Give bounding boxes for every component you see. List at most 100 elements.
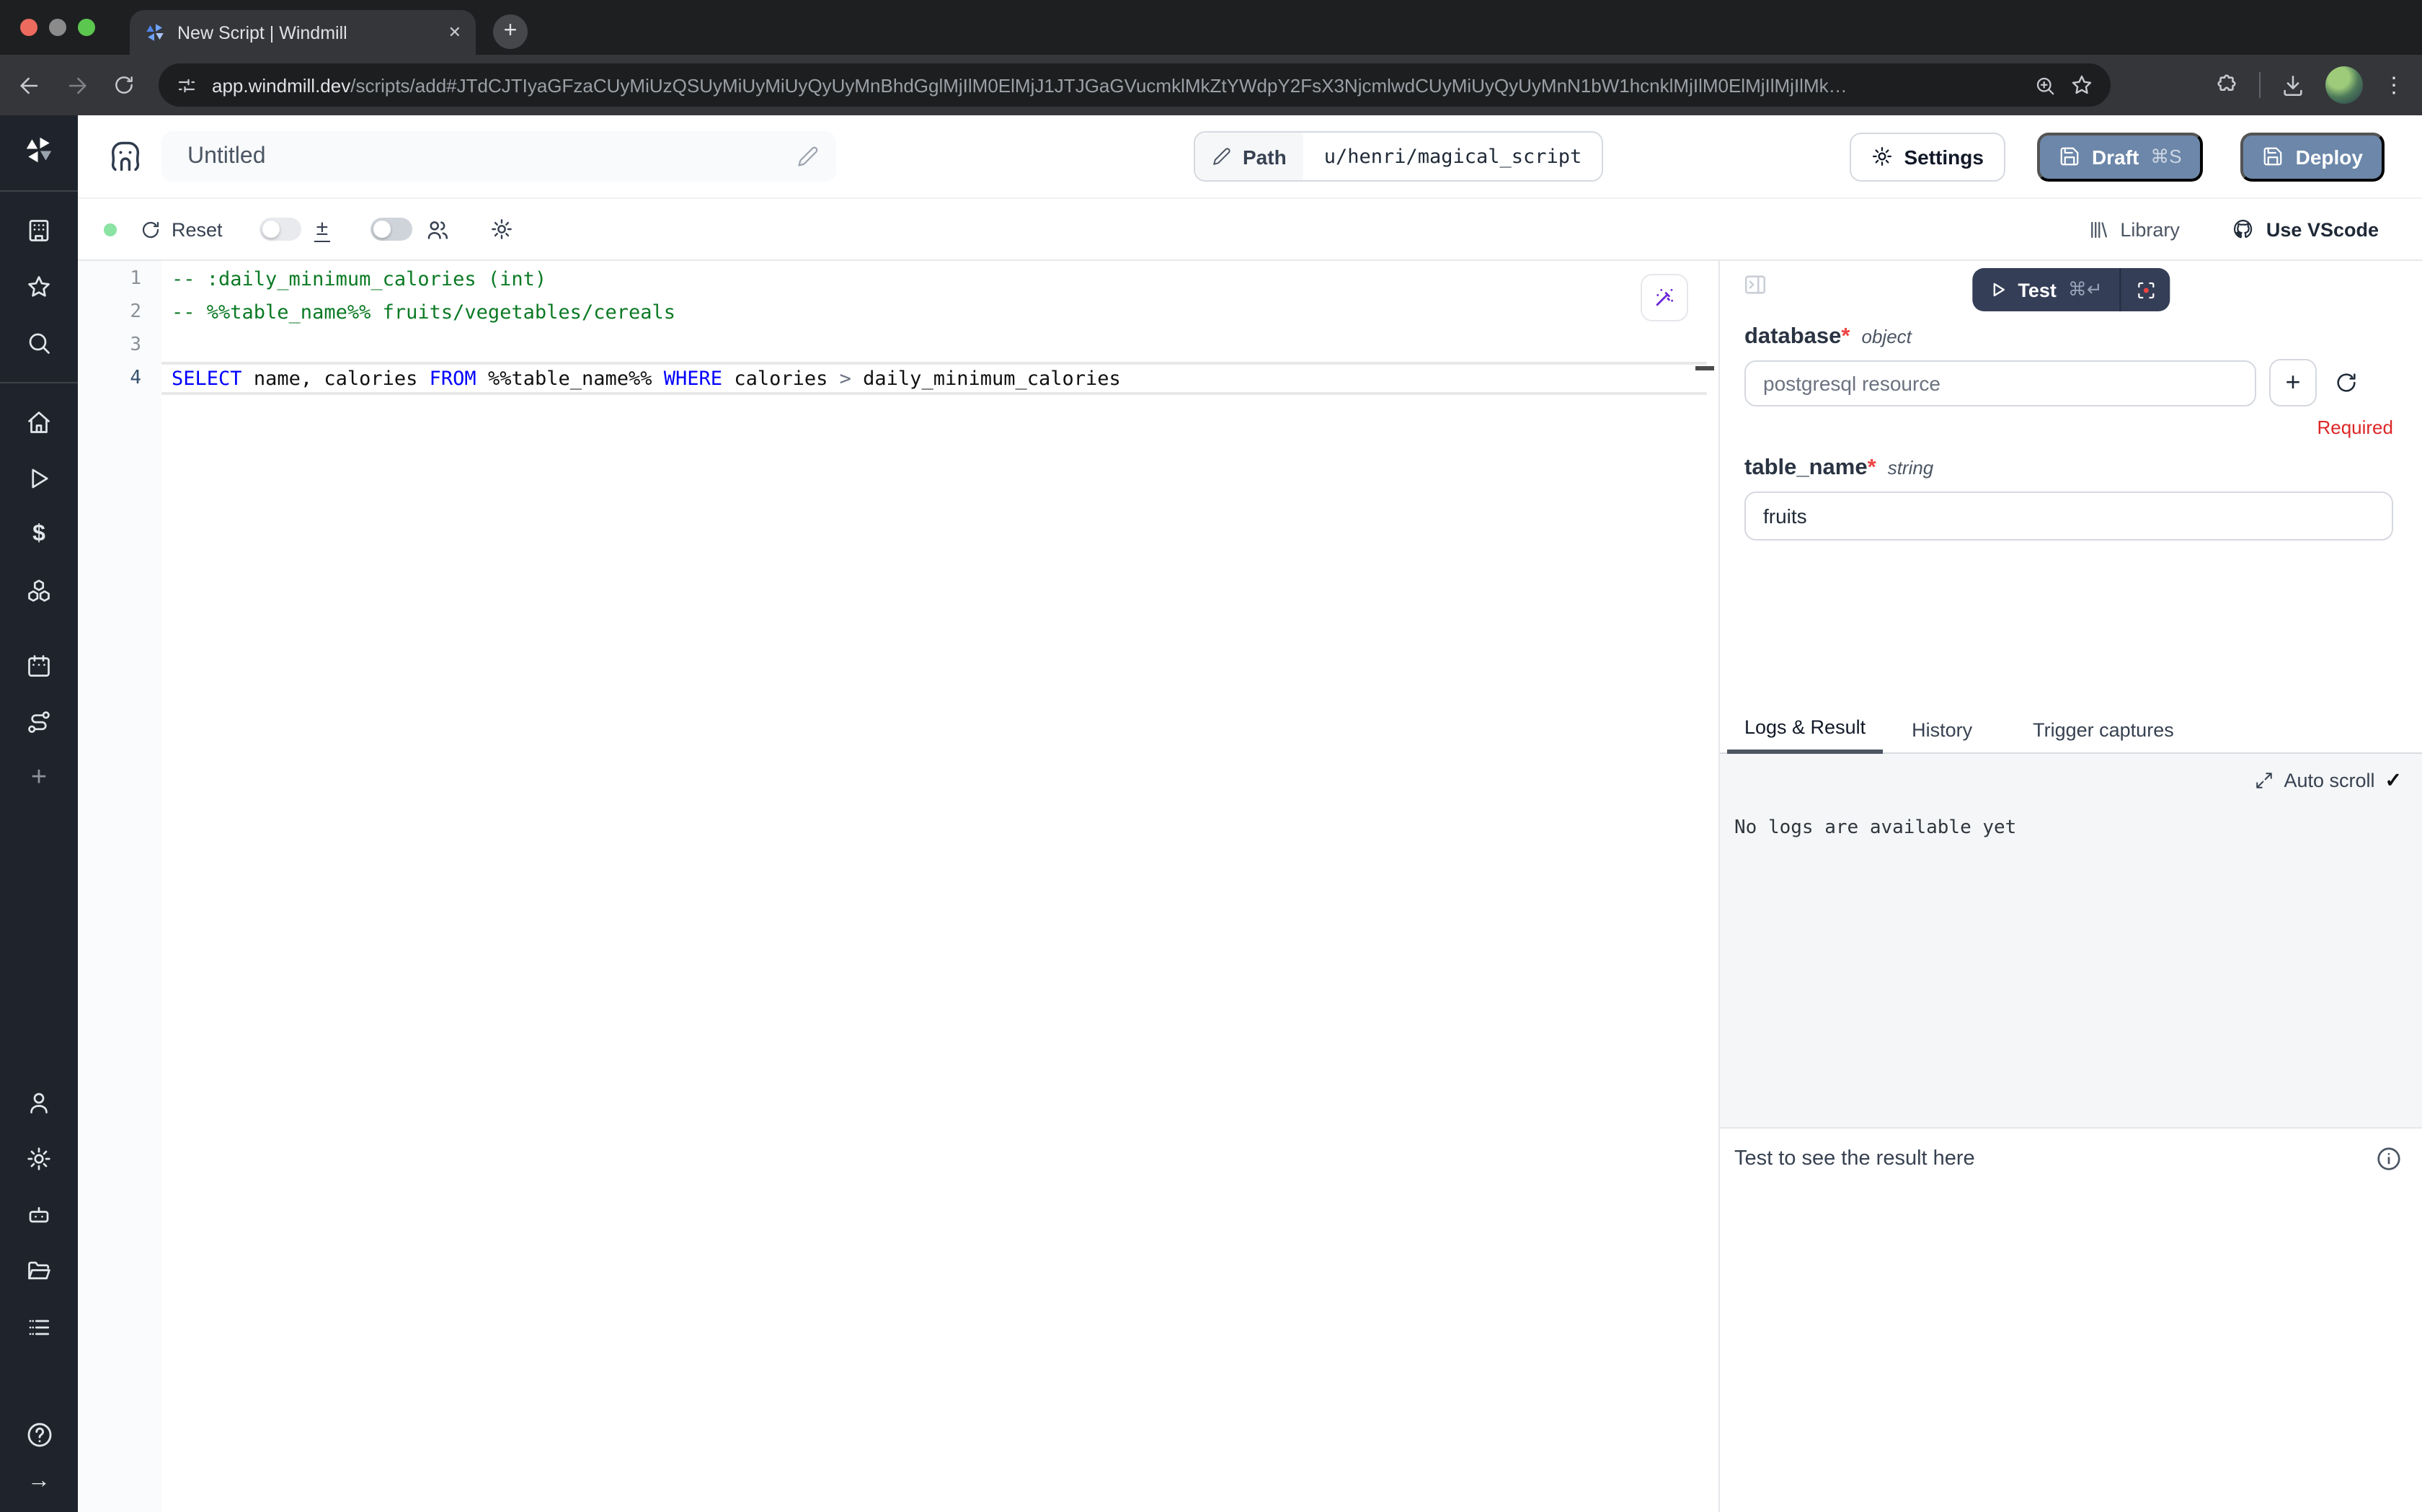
overview-ruler-cursor-mark xyxy=(1695,366,1714,370)
sidebar-item-user[interactable] xyxy=(26,1090,52,1116)
line-number: 3 xyxy=(78,334,141,356)
tab-close-icon[interactable]: ✕ xyxy=(448,23,461,42)
script-title-field[interactable] xyxy=(161,131,836,182)
sidebar-item-runs[interactable] xyxy=(26,466,52,492)
help-icon xyxy=(25,1421,53,1449)
bookmark-star-icon[interactable] xyxy=(2070,74,2093,97)
users-icon xyxy=(425,217,449,241)
sidebar-item-variables[interactable]: $ xyxy=(32,522,45,548)
edit-pencil-icon[interactable] xyxy=(797,146,819,167)
editor-settings-gear-icon[interactable] xyxy=(489,218,513,241)
code-line[interactable]: 1 -- :daily_minimum_calories (int) xyxy=(78,262,1718,295)
play-icon xyxy=(26,466,52,492)
close-window-button[interactable] xyxy=(20,19,37,36)
profile-avatar[interactable] xyxy=(2325,66,2363,104)
reset-button[interactable]: Reset xyxy=(140,218,223,240)
forward-icon[interactable] xyxy=(65,73,89,97)
cubes-icon xyxy=(26,578,52,604)
extensions-icon[interactable] xyxy=(2214,73,2239,97)
capture-run-button[interactable] xyxy=(2121,268,2170,311)
run-panel: Test ⌘↵ database* object xyxy=(1718,261,2422,1512)
sidebar-item-resources[interactable] xyxy=(26,578,52,604)
screen: New Script | Windmill ✕ + app.windmill.d… xyxy=(0,0,2422,1512)
required-asterisk: * xyxy=(1841,324,1850,349)
code-line[interactable]: 2 -- %%table_name%% fruits/vegetables/ce… xyxy=(78,295,1718,329)
sidebar-item-groups[interactable] xyxy=(26,1315,52,1340)
collab-toggle[interactable] xyxy=(370,218,412,241)
use-vscode-button[interactable]: Use VScode xyxy=(2232,218,2379,241)
robot-icon xyxy=(26,1202,52,1228)
sidebar-item-add[interactable]: + xyxy=(31,765,47,791)
expand-logs-icon[interactable] xyxy=(2255,771,2274,790)
info-icon[interactable] xyxy=(2376,1146,2402,1172)
browser-actions: ⋮ xyxy=(2214,66,2405,104)
content-split: 1 -- :daily_minimum_calories (int) 2 -- … xyxy=(78,261,2422,1512)
zoom-page-icon[interactable] xyxy=(2034,74,2056,96)
refresh-resources-icon[interactable] xyxy=(2334,370,2359,395)
tab-trigger-captures[interactable]: Trigger captures xyxy=(2015,705,2191,754)
sidebar-expand-button[interactable]: → xyxy=(27,1469,50,1495)
gear-icon xyxy=(1871,146,1892,167)
reload-icon[interactable] xyxy=(112,74,136,97)
sidebar-item-search[interactable] xyxy=(26,330,52,356)
settings-button[interactable]: Settings xyxy=(1849,132,2005,181)
library-button[interactable]: Library xyxy=(2087,218,2180,240)
code-line[interactable]: 3 xyxy=(78,329,1718,362)
result-hint: Test to see the result here xyxy=(1734,1147,1975,1170)
sidebar-item-schedules[interactable] xyxy=(26,653,52,679)
sidebar-item-routes[interactable] xyxy=(26,709,52,735)
auto-scroll-control[interactable]: Auto scroll ✓ xyxy=(2255,768,2402,793)
script-topbar: Path u/henri/magical_script Settings Dra… xyxy=(78,115,2422,199)
home-icon xyxy=(26,409,52,435)
code-editor[interactable]: 1 -- :daily_minimum_calories (int) 2 -- … xyxy=(78,261,1718,1512)
browser-toolbar: app.windmill.dev/scripts/add#JTdCJTIyaGF… xyxy=(0,55,2422,115)
draft-button[interactable]: Draft ⌘S xyxy=(2037,132,2204,181)
result-panel: Test to see the result here xyxy=(1720,1127,2422,1512)
status-dot xyxy=(104,223,117,236)
sidebar-item-workers[interactable] xyxy=(26,1202,52,1228)
zoom-window-button[interactable] xyxy=(78,19,95,36)
database-resource-input[interactable] xyxy=(1744,360,2256,406)
field-label-table-name: table_name* string xyxy=(1744,455,2393,481)
address-bar[interactable]: app.windmill.dev/scripts/add#JTdCJTIyaGF… xyxy=(159,63,2111,107)
sidebar-item-favorites[interactable] xyxy=(26,274,52,300)
sidebar-item-folders[interactable] xyxy=(26,1258,52,1284)
windmill-logo[interactable] xyxy=(23,134,55,173)
search-icon xyxy=(26,330,52,356)
editor-toolbar: Reset ± Library xyxy=(78,199,2422,261)
back-icon[interactable] xyxy=(17,73,42,97)
table-name-input[interactable] xyxy=(1744,492,2393,541)
code-line-current[interactable]: 4 SELECT name, calories FROM %%table_nam… xyxy=(78,362,1718,395)
add-resource-button[interactable]: + xyxy=(2269,359,2317,406)
plus-icon: + xyxy=(31,762,47,793)
postgresql-icon xyxy=(107,138,144,175)
browser-menu-icon[interactable]: ⋮ xyxy=(2383,72,2405,98)
new-tab-button[interactable]: + xyxy=(493,14,528,49)
minimize-window-button[interactable] xyxy=(49,19,66,36)
downloads-icon[interactable] xyxy=(2281,73,2305,97)
sidebar-item-settings[interactable] xyxy=(26,1146,52,1172)
sidebar-item-help[interactable] xyxy=(25,1421,53,1449)
collapse-panel-icon[interactable] xyxy=(1743,272,1767,297)
traffic-lights xyxy=(20,19,95,36)
line-number: 4 xyxy=(78,368,141,389)
test-shortcut: ⌘↵ xyxy=(2068,278,2103,301)
tab-history[interactable]: History xyxy=(1894,705,1990,754)
path-label-section: Path xyxy=(1195,133,1304,180)
browser-tab[interactable]: New Script | Windmill ✕ xyxy=(130,10,476,55)
script-path-chip[interactable]: Path u/henri/magical_script xyxy=(1194,131,1603,182)
sidebar-item-workspace[interactable] xyxy=(26,218,52,244)
diff-toggle[interactable] xyxy=(260,218,302,241)
library-label: Library xyxy=(2120,218,2180,240)
script-title-input[interactable] xyxy=(185,142,797,171)
ai-assistant-button[interactable] xyxy=(1641,274,1688,321)
sidebar-item-home[interactable] xyxy=(26,409,52,435)
deploy-button[interactable]: Deploy xyxy=(2241,132,2385,181)
line-number: 2 xyxy=(78,301,141,323)
test-button[interactable]: Test ⌘↵ xyxy=(1971,268,2119,311)
route-icon xyxy=(26,709,52,735)
site-settings-icon[interactable] xyxy=(176,74,198,96)
main-area: Path u/henri/magical_script Settings Dra… xyxy=(78,115,2422,1512)
auto-scroll-label: Auto scroll xyxy=(2284,770,2374,791)
tab-logs-result[interactable]: Logs & Result xyxy=(1727,705,1883,754)
